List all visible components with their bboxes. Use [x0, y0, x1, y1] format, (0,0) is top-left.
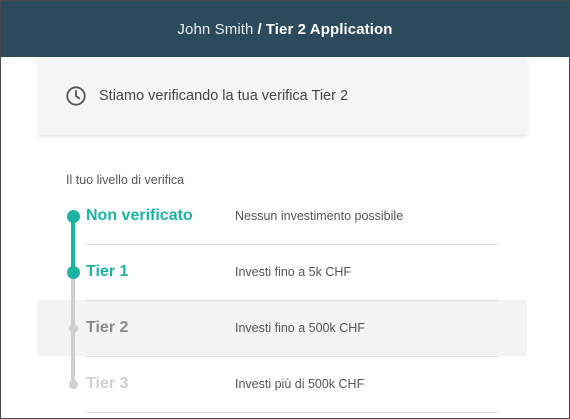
breadcrumb-separator: / [257, 20, 262, 38]
tier-row-tier-3: Tier 3 Investi più di 500k CHF [1, 356, 569, 412]
tier-name: Tier 1 [86, 263, 129, 280]
row-divider [86, 412, 498, 413]
tier-name: Non verificato [86, 207, 193, 224]
tier-name: Tier 2 [86, 319, 129, 336]
user-name[interactable]: John Smith [177, 21, 253, 38]
status-message: Stiamo verificando la tua verifica Tier … [99, 88, 349, 104]
tier-row-tier-2: Tier 2 Investi fino a 500k CHF [1, 300, 569, 356]
tier-description: Investi fino a 500k CHF [235, 321, 365, 335]
verification-level-label: Il tuo livello di verifica [66, 173, 185, 187]
tier-row-unverified: Non verificato Nessun investimento possi… [1, 188, 569, 244]
tier-row-tier-1: Tier 1 Investi fino a 5k CHF [1, 244, 569, 300]
status-banner: Stiamo verificando la tua verifica Tier … [38, 57, 527, 135]
clock-icon [66, 86, 86, 106]
tier-description: Investi più di 500k CHF [235, 377, 365, 391]
tier-name: Tier 3 [86, 375, 129, 392]
tier-description: Investi fino a 5k CHF [235, 265, 352, 279]
header-bar: John Smith / Tier 2 Application [1, 1, 569, 57]
app-window: John Smith / Tier 2 Application Stiamo v… [0, 0, 570, 419]
tier-description: Nessun investimento possibile [235, 209, 404, 223]
page-title: Tier 2 Application [265, 20, 393, 38]
